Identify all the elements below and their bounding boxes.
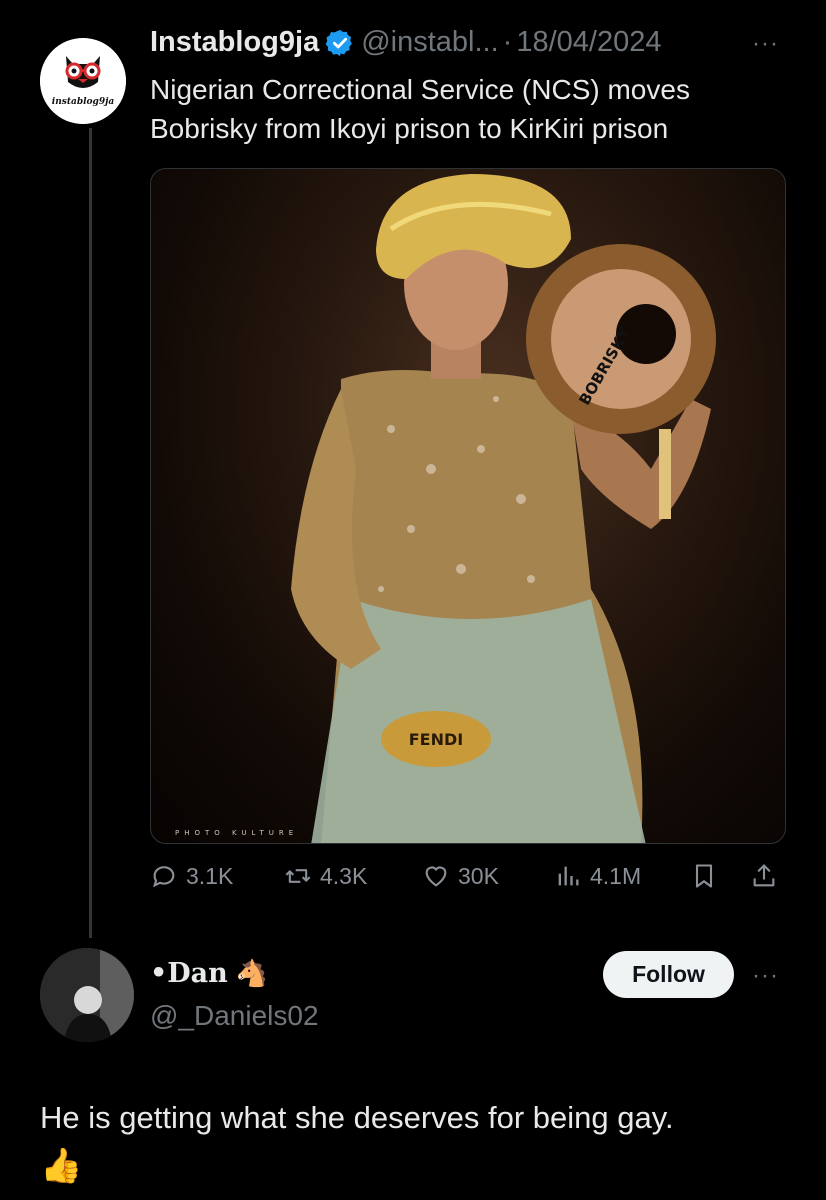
thumbs-up-icon: 👍	[40, 1147, 83, 1185]
reply-text: He is getting what she deserves for bein…	[40, 1100, 674, 1135]
photo-illustration: BOBRISKY FENDI	[291, 174, 716, 843]
instablog9ja-avatar[interactable]: instablog9ja	[40, 38, 126, 124]
tweet-action-bar: 3.1K 4.3K 30K 4.1M	[150, 862, 790, 898]
reply-name-text: •Dan	[150, 958, 228, 989]
share-button[interactable]	[750, 862, 786, 890]
like-button[interactable]: 30K	[422, 862, 499, 890]
author-handle[interactable]: @instabl...	[361, 26, 498, 59]
avatar-logo-text: instablog9ja	[52, 97, 115, 107]
reply-button[interactable]: 3.1K	[150, 862, 233, 890]
views-icon	[558, 866, 579, 886]
reply-icon	[152, 866, 175, 888]
author-name[interactable]: Instablog9ja	[150, 26, 319, 59]
tweet-media-image[interactable]: BOBRISKY FENDI PHOTO KULTURE	[150, 168, 786, 844]
tweet-header: Instablog9ja @instabl... · 18/04/2024	[150, 26, 661, 59]
retweet-icon	[285, 869, 311, 883]
tweet-date[interactable]: 18/04/2024	[516, 26, 661, 59]
horse-icon: 🐴	[235, 958, 269, 989]
reply-author-name[interactable]: •Dan 🐴	[150, 958, 268, 989]
retweet-count: 4.3K	[320, 862, 368, 889]
retweet-button[interactable]: 4.3K	[284, 862, 367, 890]
bookmark-button[interactable]	[690, 862, 726, 890]
tweet-text: Nigerian Correctional Service (NCS) move…	[150, 74, 690, 144]
reply-more-icon[interactable]: ···	[752, 962, 779, 990]
more-icon[interactable]: ···	[752, 30, 779, 58]
reply-avatar-photo	[40, 948, 134, 1042]
views-count: 4.1M	[590, 862, 642, 889]
verified-badge-icon	[325, 29, 353, 56]
share-icon	[753, 864, 775, 887]
instablog9ja-logo: instablog9ja	[40, 38, 126, 124]
like-count: 30K	[458, 862, 499, 889]
thread-connector-line	[89, 128, 92, 938]
reply-handle[interactable]: @_Daniels02	[150, 1000, 319, 1032]
bookmark-icon	[695, 864, 713, 888]
like-icon	[425, 866, 447, 887]
separator-dot: ·	[502, 26, 513, 58]
bag-text: FENDI	[409, 730, 463, 749]
reply-avatar[interactable]	[40, 948, 134, 1042]
photo-watermark: PHOTO KULTURE	[175, 829, 299, 837]
follow-button[interactable]: Follow	[603, 951, 734, 998]
views-button[interactable]: 4.1M	[554, 862, 641, 890]
reply-count: 3.1K	[186, 862, 234, 889]
